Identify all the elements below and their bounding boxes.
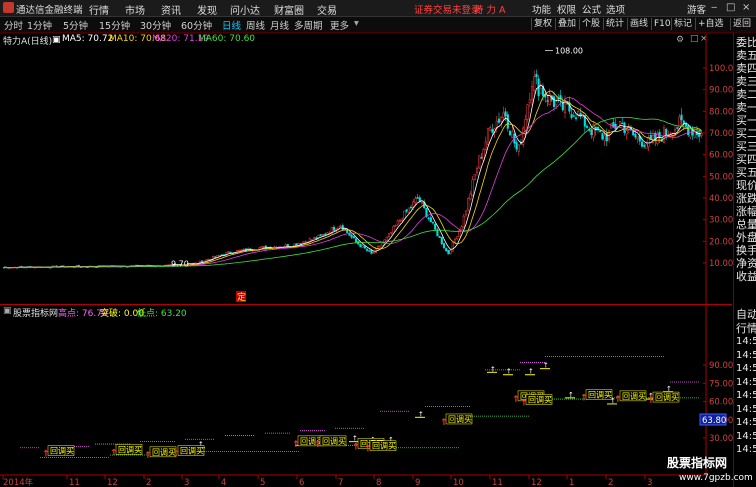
y-tick-label: 60.00 (709, 151, 733, 161)
price-box-label: 63.80 (702, 416, 726, 426)
tick-label: 14:50 (736, 403, 756, 415)
quote-label: 卖二 (736, 88, 756, 101)
quote-label: 涨跌 (736, 192, 756, 205)
watermark-title: 股票指标网 (667, 456, 728, 470)
y2-tick-label: 75.00 (709, 379, 733, 389)
quote-label: 现价 (736, 179, 756, 192)
tick-label: 14:50 (736, 444, 756, 455)
quote-label: 卖三 (736, 75, 756, 88)
close-icon[interactable]: × (742, 2, 750, 13)
quote-label: 换手 (736, 244, 756, 257)
tick-label: 自动 (736, 308, 756, 321)
quote-label: 卖一 (736, 101, 756, 114)
quote-label: 总量 (736, 218, 756, 231)
tick-label: 14:50 (736, 349, 756, 361)
chart-axes: 100.0 90.00 80.00 70.00 60.00 50.00 40.00 30.00… (0, 32, 733, 487)
x-tick-label: 2 (608, 478, 613, 487)
quote-label: 卖四 (736, 62, 756, 75)
y-tick-label: 90.00 (709, 86, 733, 96)
y2-tick-label: 30.00 (709, 434, 733, 444)
y-tick-label: 70.00 (709, 129, 733, 139)
x-tick-label: 12 (107, 478, 118, 487)
tick-label: 14:50 (736, 390, 756, 401)
y2-tick-label: 60.00 (709, 398, 733, 408)
y-tick-label: 100.0 (709, 64, 733, 74)
quote-label: 委比 (736, 36, 756, 49)
x-tick-label: 9 (415, 478, 420, 487)
quote-label: 买五 (736, 166, 756, 179)
quote-label: 涨幅 (736, 205, 756, 218)
y-tick-label: 20.00 (709, 237, 733, 247)
x-tick-label: 11 (69, 478, 80, 487)
quote-label: 买三 (736, 140, 756, 153)
quote-label: 外盘 (736, 231, 756, 244)
quote-label: 净资 (736, 257, 756, 270)
x-tick-label: 8 (376, 478, 381, 487)
quote-label: 买四 (736, 153, 756, 166)
y-tick-label: 50.00 (709, 172, 733, 182)
quote-label: 买一 (736, 114, 756, 127)
y-tick-label: 40.00 (709, 194, 733, 204)
tick-label: 14:50 (736, 376, 756, 388)
tick-label: 14:50 (736, 336, 756, 347)
y-tick-label: 80.00 (709, 107, 733, 117)
x-tick-label: 7 (338, 478, 343, 487)
x-tick-label: 6 (299, 478, 304, 487)
x-tick-label: 11 (492, 478, 503, 487)
quote-label: 收益 (736, 270, 756, 283)
x-tick-label: 3 (184, 478, 189, 487)
tick-label: 14:50 (736, 417, 756, 428)
quote-label: 买二 (736, 127, 756, 140)
tick-label: 14:50 (736, 363, 756, 374)
x-tick-label: 4 (221, 478, 226, 487)
x-tick-label: 12 (531, 478, 542, 487)
tick-label: 14:50 (736, 430, 756, 442)
x-tick-label: 3 (647, 478, 652, 487)
x-tick-label: 2014年 (3, 477, 34, 487)
x-tick-label: 10 (453, 478, 464, 487)
y-tick-label: 30.00 (709, 216, 733, 226)
y2-tick-label: 90.00 (709, 361, 733, 371)
quote-label: 卖五 (736, 49, 756, 62)
tick-label: 行情 (736, 321, 756, 335)
x-tick-label: 1 (569, 478, 574, 487)
back-button[interactable]: 返回 (730, 18, 753, 30)
watermark-url: www.7gpzb.com (679, 473, 753, 483)
x-tick-label: 5 (260, 478, 265, 487)
x-tick-label: 2 (146, 478, 151, 487)
y-tick-label: 10.00 (709, 259, 733, 269)
